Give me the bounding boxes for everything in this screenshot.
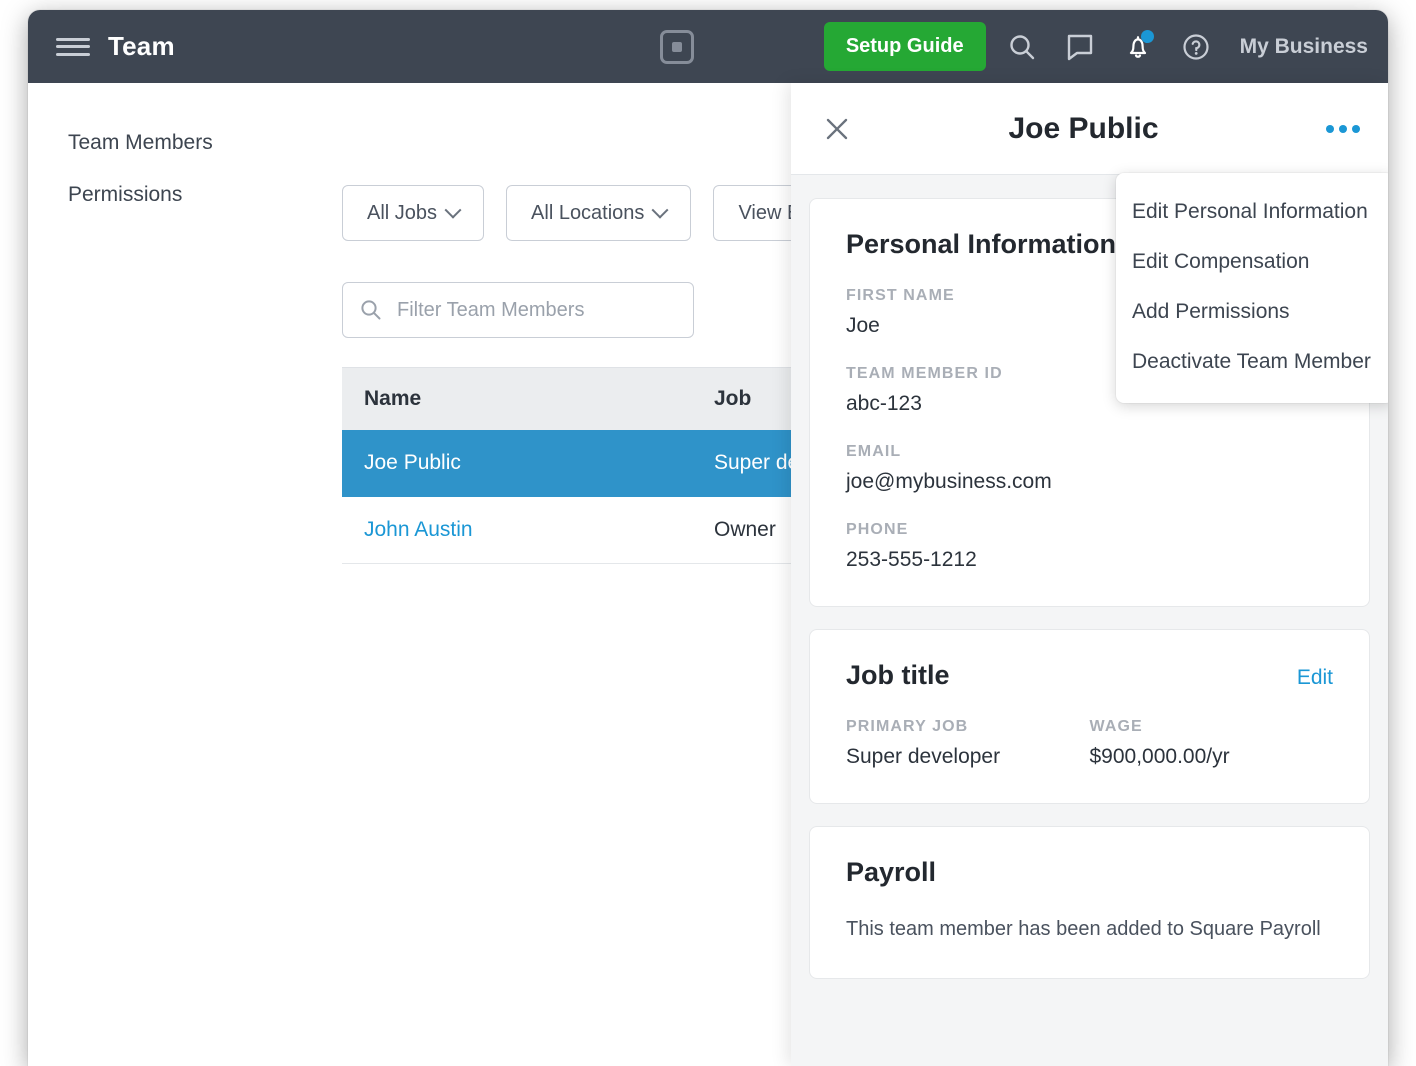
- square-logo-icon: [659, 29, 694, 64]
- job-title-fields: Primary Job Super developer Wage $900,00…: [846, 718, 1333, 769]
- menu-item-deactivate-team-member[interactable]: Deactivate Team Member: [1116, 337, 1388, 387]
- all-locations-filter-label: All Locations: [531, 201, 645, 224]
- search-input[interactable]: [395, 297, 677, 323]
- chevron-down-icon: [444, 201, 462, 219]
- panel-header: Joe Public: [791, 83, 1388, 175]
- field-label: Wage: [1089, 718, 1143, 735]
- field-value: 253-555-1212: [846, 548, 977, 571]
- job-title-heading: Job title: [846, 660, 950, 690]
- field-value: $900,000.00/yr: [1089, 745, 1230, 768]
- all-jobs-filter-label: All Jobs: [367, 201, 438, 224]
- field-email: Email joe@mybusiness.com: [846, 443, 1333, 494]
- question-circle-icon[interactable]: [1174, 25, 1218, 69]
- search-icon[interactable]: [1000, 25, 1044, 69]
- business-name-menu[interactable]: My Business: [1240, 35, 1368, 59]
- all-locations-filter[interactable]: All Locations: [506, 185, 692, 241]
- filter-bar: All Jobs All Locations View By: [342, 185, 858, 241]
- all-jobs-filter[interactable]: All Jobs: [342, 185, 485, 241]
- field-phone: Phone 253-555-1212: [846, 521, 1333, 572]
- payroll-card-head: Payroll: [846, 857, 1333, 888]
- menu-item-edit-personal-information[interactable]: Edit Personal Information: [1116, 187, 1388, 237]
- bell-icon[interactable]: [1116, 25, 1160, 69]
- more-actions-dropdown: Edit Personal Information Edit Compensat…: [1116, 173, 1388, 403]
- setup-guide-button[interactable]: Setup Guide: [823, 22, 986, 71]
- kebab-more-icon[interactable]: [1320, 124, 1360, 133]
- column-header-name: Name: [364, 387, 422, 410]
- table-cell-name: John Austin: [364, 518, 473, 541]
- hamburger-menu-icon[interactable]: [56, 34, 90, 60]
- chat-bubble-icon[interactable]: [1058, 25, 1102, 69]
- secondary-sidebar: Team Members Permissions: [28, 83, 328, 235]
- field-value: joe@mybusiness.com: [846, 470, 1052, 493]
- menu-item-edit-compensation[interactable]: Edit Compensation: [1116, 237, 1388, 287]
- field-label: Email: [846, 443, 902, 460]
- edit-job-title-link[interactable]: Edit: [1297, 666, 1333, 690]
- payroll-card: Payroll This team member has been added …: [809, 826, 1370, 979]
- top-navigation-bar: Team Setup Guide My Business: [28, 10, 1388, 83]
- panel-title: Joe Public: [1008, 111, 1159, 145]
- field-value: Super developer: [846, 745, 1001, 768]
- field-label: Phone: [846, 521, 909, 538]
- personal-information-title: Personal Information: [846, 229, 1117, 259]
- field-primary-job: Primary Job Super developer: [846, 718, 1090, 769]
- table-cell-name: Joe Public: [364, 451, 461, 474]
- field-label: Primary Job: [846, 718, 969, 735]
- chevron-down-icon: [651, 201, 669, 219]
- payroll-title: Payroll: [846, 857, 937, 887]
- menu-item-add-permissions[interactable]: Add Permissions: [1116, 287, 1388, 337]
- sidebar-item-team-members[interactable]: Team Members: [68, 131, 328, 155]
- job-title-card: Job title Edit Primary Job Super develop…: [809, 629, 1370, 804]
- search-icon: [361, 300, 381, 320]
- notification-badge-dot: [1140, 29, 1154, 43]
- field-wage: Wage $900,000.00/yr: [1090, 718, 1334, 769]
- job-title-card-head: Job title Edit: [846, 660, 1333, 691]
- payroll-note: This team member has been added to Squar…: [846, 918, 1321, 940]
- page-title: Team: [108, 31, 175, 61]
- sidebar-item-permissions[interactable]: Permissions: [68, 183, 328, 207]
- filter-team-members-search[interactable]: [342, 282, 694, 338]
- app-window: Team Setup Guide My Business Team Member…: [28, 10, 1388, 1066]
